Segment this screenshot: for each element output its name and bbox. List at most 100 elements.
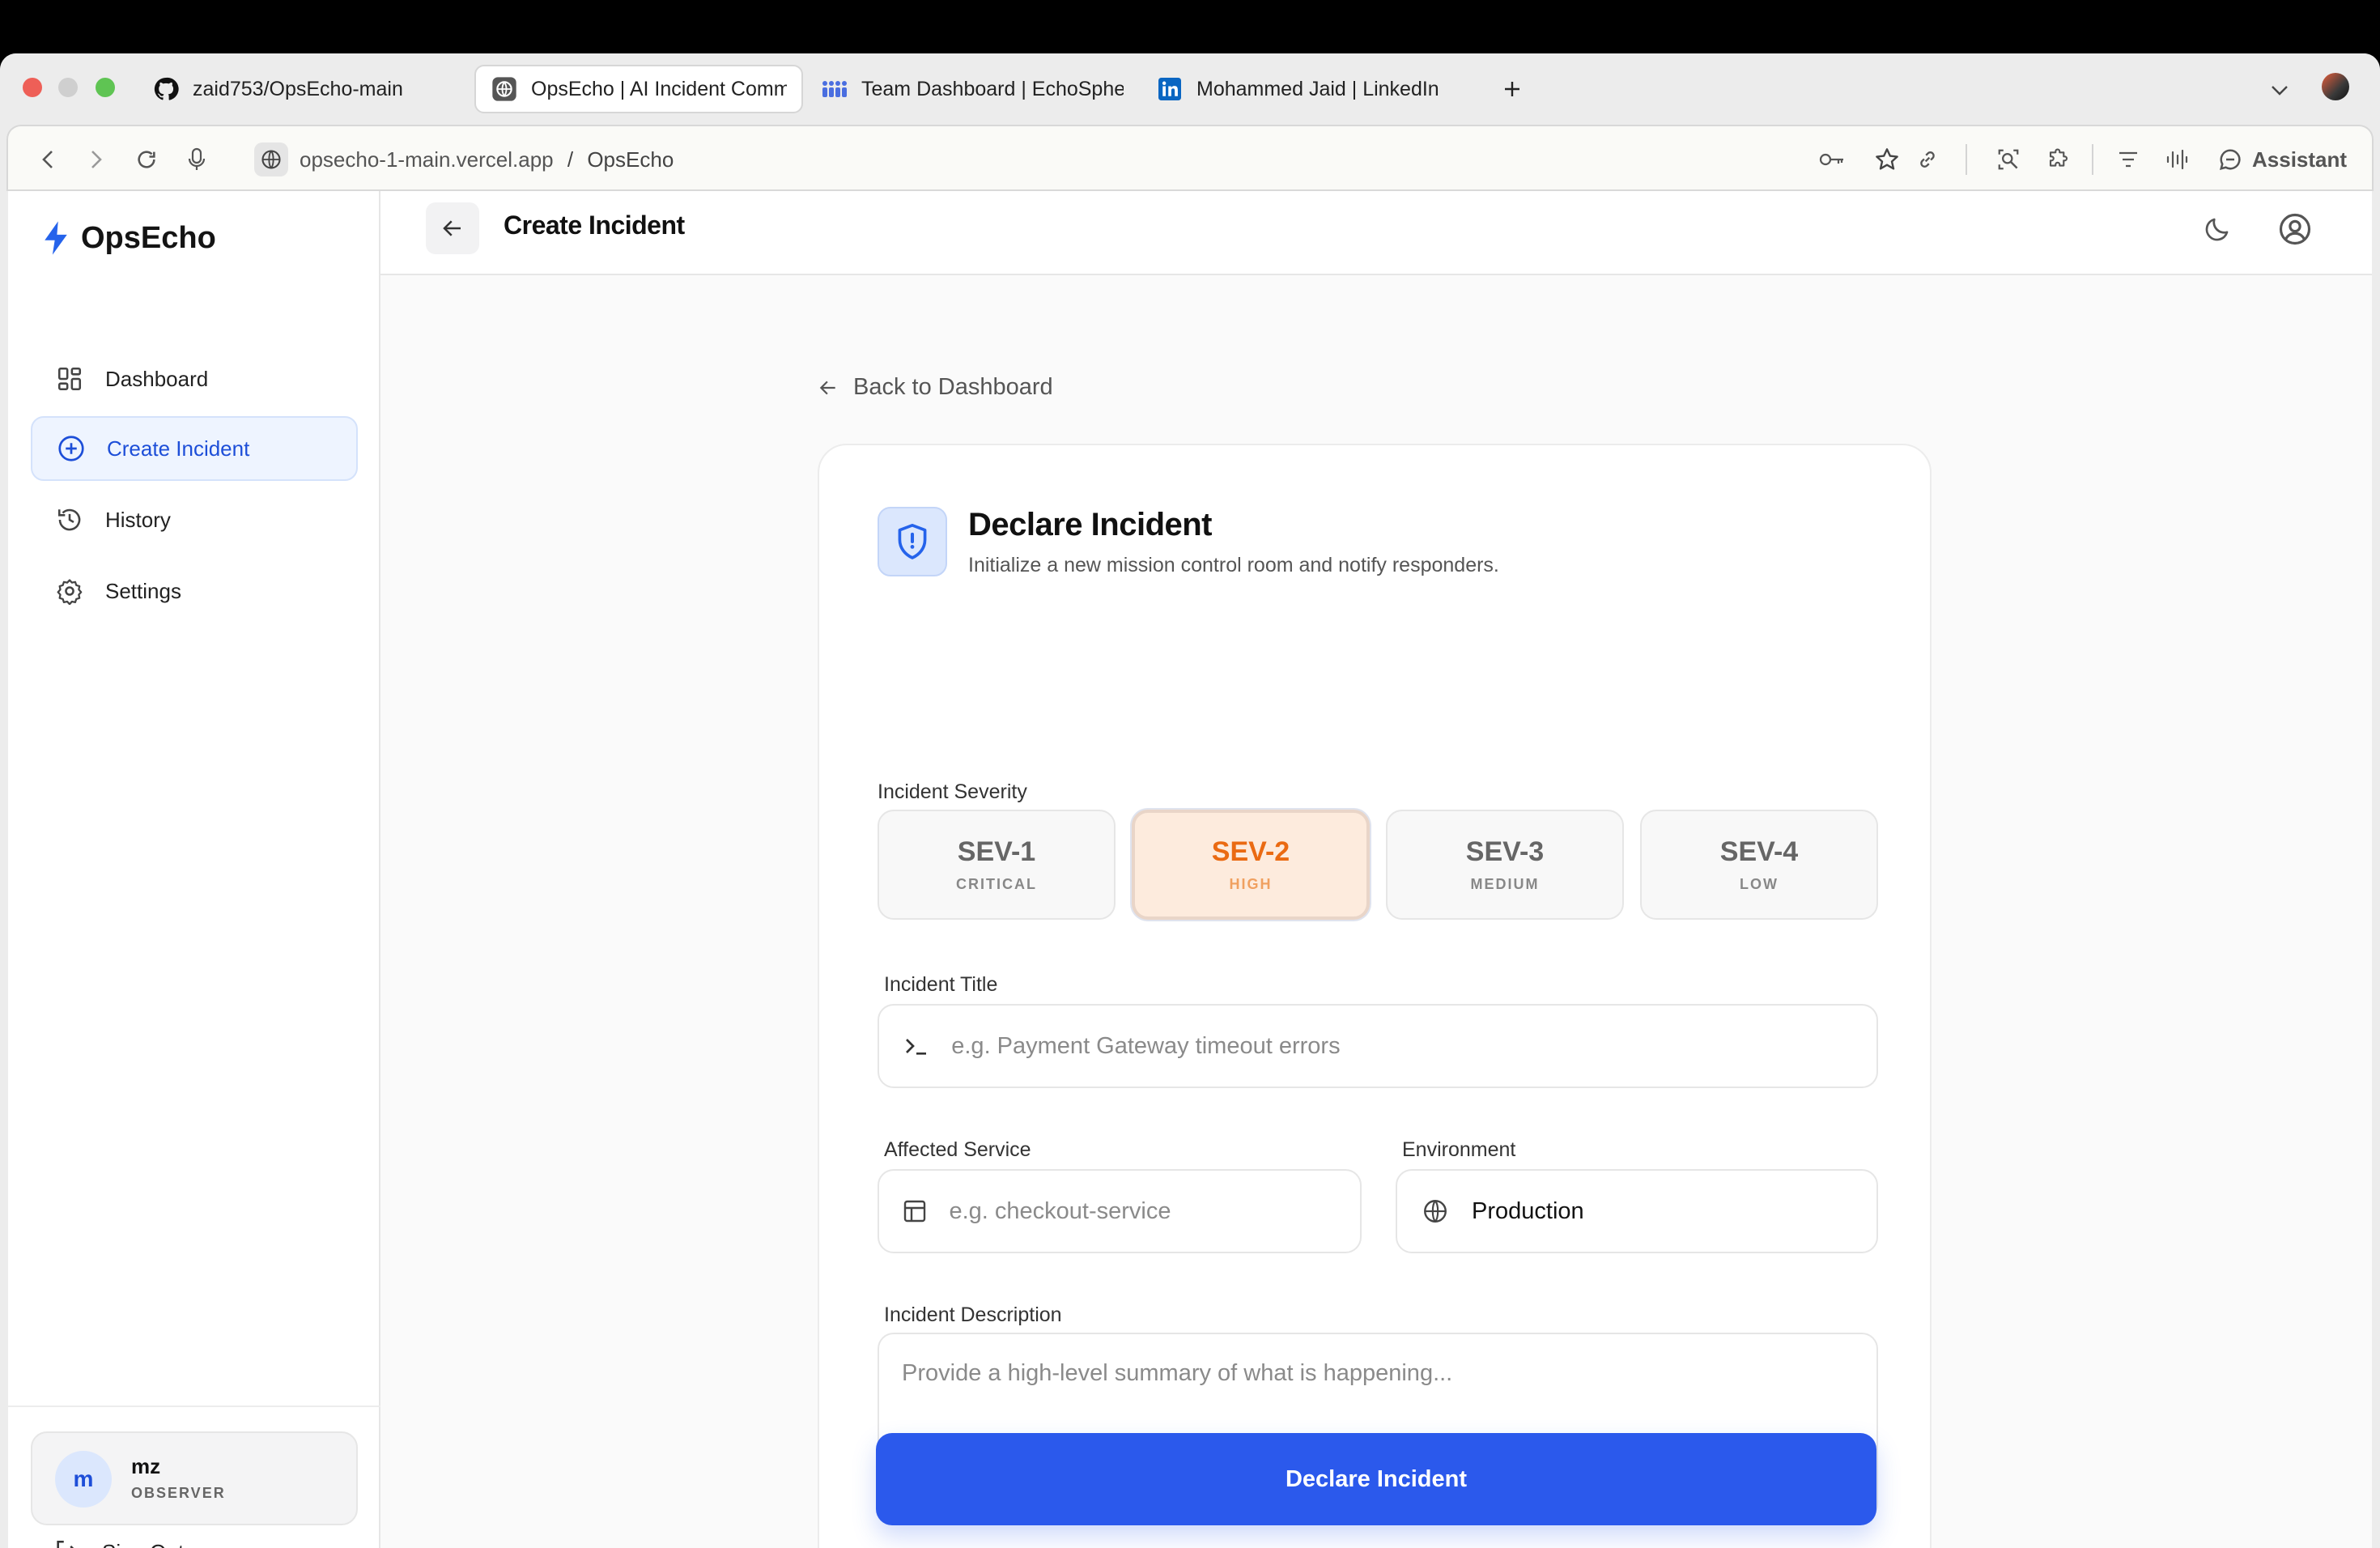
severity-label: Incident Severity: [878, 780, 1027, 803]
card-subtitle: Initialize a new mission control room an…: [968, 554, 1499, 576]
severity-level: CRITICAL: [956, 876, 1037, 892]
user-profile-icon[interactable]: [2275, 209, 2315, 249]
back-to-dashboard-link[interactable]: Back to Dashboard: [818, 374, 1053, 401]
user-card[interactable]: m mz OBSERVER: [31, 1431, 358, 1525]
dashboard-icon: [55, 364, 84, 393]
minimize-window-button[interactable]: [58, 78, 78, 97]
tab-title: OpsEcho | AI Incident Comm: [531, 77, 787, 100]
environment-label: Environment: [1402, 1138, 1516, 1161]
tab-title: Team Dashboard | EchoSphe: [861, 77, 1124, 100]
browser-window: zaid753/OpsEcho-main OpsEcho | AI Incide…: [0, 53, 2380, 1548]
sign-out-icon: [57, 1540, 74, 1548]
severity-code: SEV-2: [1211, 836, 1290, 867]
header-back-button[interactable]: [426, 202, 479, 254]
severity-code: SEV-3: [1465, 836, 1545, 867]
arrow-left-icon: [819, 381, 835, 394]
reload-icon[interactable]: [131, 144, 162, 175]
close-window-button[interactable]: [23, 78, 42, 97]
globe-icon: [491, 75, 518, 103]
sign-out-button[interactable]: Sign Out: [53, 1538, 184, 1548]
forward-arrow-icon[interactable]: [81, 144, 112, 175]
shield-alert-icon: [878, 507, 947, 576]
app-name: OpsEcho: [81, 220, 216, 255]
browser-tab[interactable]: Team Dashboard | EchoSphe: [806, 65, 1138, 113]
affected-service-input[interactable]: [949, 1197, 1360, 1225]
theme-toggle-moon-icon[interactable]: [2197, 209, 2238, 249]
severity-option-sev4[interactable]: SEV-4 LOW: [1640, 810, 1878, 920]
avatar: m: [55, 1451, 112, 1508]
sidebar-item-label: Dashboard: [105, 366, 209, 391]
address-toolbar: opsecho-1-main.vercel.app / OpsEcho Assi…: [6, 125, 2374, 191]
profile-avatar-icon[interactable]: [2322, 73, 2349, 100]
severity-level: MEDIUM: [1470, 876, 1540, 892]
severity-level: HIGH: [1229, 876, 1273, 892]
sidebar-item-label: History: [105, 507, 171, 532]
site-info-icon[interactable]: [254, 142, 288, 176]
severity-option-sev1[interactable]: SEV-1 CRITICAL: [878, 810, 1116, 920]
tab-strip: zaid753/OpsEcho-main OpsEcho | AI Incide…: [0, 53, 2380, 126]
sidebar-item-label: Create Incident: [107, 436, 250, 461]
severity-level: LOW: [1740, 876, 1779, 892]
assistant-label: Assistant: [2252, 147, 2348, 172]
team-icon: [821, 75, 848, 103]
severity-option-sev3[interactable]: SEV-3 MEDIUM: [1386, 810, 1624, 920]
github-icon: [152, 75, 180, 103]
linkedin-icon: [1156, 75, 1184, 103]
sidebar-item-settings[interactable]: Settings: [31, 559, 358, 623]
incident-title-field[interactable]: [878, 1004, 1878, 1088]
audio-waveform-icon[interactable]: [2161, 144, 2192, 175]
app-viewport: OpsEcho Dashboard Create Incident Histor…: [8, 191, 2372, 1548]
history-icon: [55, 505, 84, 534]
tab-title: zaid753/OpsEcho-main: [193, 77, 403, 100]
user-role: OBSERVER: [131, 1485, 226, 1501]
user-name: mz: [131, 1454, 161, 1478]
severity-code: SEV-4: [1719, 836, 1799, 867]
sidebar-item-create-incident[interactable]: Create Incident: [31, 416, 358, 481]
bookmark-star-icon[interactable]: [1872, 144, 1902, 175]
browser-tab[interactable]: Mohammed Jaid | LinkedIn: [1141, 65, 1481, 113]
browser-tab[interactable]: zaid753/OpsEcho-main: [138, 65, 470, 113]
layout-panel-icon: [902, 1196, 928, 1227]
extensions-puzzle-icon[interactable]: [2043, 144, 2074, 175]
toolbar-divider: [2092, 144, 2093, 175]
incident-description-label: Incident Description: [884, 1303, 1062, 1326]
link-icon[interactable]: [1912, 144, 1943, 175]
affected-service-field[interactable]: [878, 1169, 1362, 1253]
globe-icon: [1420, 1196, 1451, 1227]
terminal-icon: [902, 1031, 930, 1061]
app-logo[interactable]: OpsEcho: [42, 220, 216, 256]
gear-icon: [55, 576, 84, 606]
screen-top-bar: [0, 0, 2380, 53]
back-link-label: Back to Dashboard: [853, 374, 1053, 400]
password-key-icon[interactable]: [1817, 144, 1847, 175]
severity-option-sev2[interactable]: SEV-2 HIGH: [1132, 810, 1370, 920]
browser-tab-active[interactable]: OpsEcho | AI Incident Comm: [474, 65, 803, 113]
environment-select[interactable]: Production: [1396, 1169, 1878, 1253]
sign-out-label: Sign Out: [102, 1540, 184, 1548]
url-field[interactable]: opsecho-1-main.vercel.app / OpsEcho: [300, 144, 674, 175]
chat-bubble-icon: [2219, 149, 2241, 171]
arrow-left-icon: [443, 220, 461, 236]
severity-code: SEV-1: [957, 836, 1036, 867]
reading-list-icon[interactable]: [2113, 144, 2144, 175]
url-page: OpsEcho: [587, 147, 674, 172]
maximize-window-button[interactable]: [96, 78, 115, 97]
card-title: Declare Incident: [968, 507, 1213, 542]
sidebar-item-dashboard[interactable]: Dashboard: [31, 347, 358, 411]
environment-value: Production: [1472, 1197, 1584, 1224]
incident-title-label: Incident Title: [884, 973, 998, 996]
sidebar-item-history[interactable]: History: [31, 487, 358, 552]
page-title: Create Incident: [504, 211, 685, 240]
sidebar-item-label: Settings: [105, 578, 181, 603]
zoom-search-icon[interactable]: [1993, 144, 2024, 175]
microphone-icon[interactable]: [181, 144, 212, 175]
assistant-button[interactable]: Assistant: [2218, 142, 2347, 176]
sidebar-divider: [8, 1406, 380, 1407]
tab-list-chevron-icon[interactable]: [2263, 74, 2296, 107]
new-tab-button[interactable]: [1496, 73, 1528, 105]
back-arrow-icon[interactable]: [32, 144, 63, 175]
declare-incident-button[interactable]: Declare Incident: [876, 1433, 1876, 1525]
plus-circle-icon: [57, 434, 86, 463]
affected-service-label: Affected Service: [884, 1138, 1031, 1161]
incident-title-input[interactable]: [951, 1032, 1876, 1060]
